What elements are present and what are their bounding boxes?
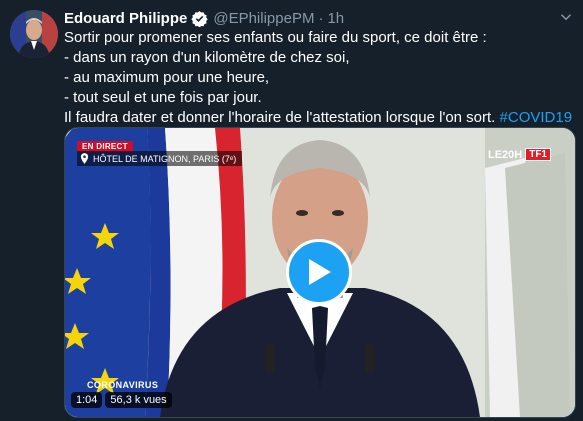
channel-logo-text: TF1 <box>525 148 551 161</box>
author-avatar[interactable] <box>10 10 58 58</box>
location-text: HÔTEL DE MATIGNON, PARIS (7ᵉ) <box>93 153 237 164</box>
verified-badge-icon <box>191 10 208 27</box>
news-banner: CORONAVIRUS <box>87 380 159 390</box>
tweet-text: Sortir pour promener ses enfants ou fair… <box>64 28 574 128</box>
tweet-line: - dans un rayon d'un kilomètre de chez s… <box>64 49 350 66</box>
tweet-line: - tout seul et une fois par jour. <box>64 89 262 106</box>
tweet-line: - au maximum pour une heure, <box>64 69 270 86</box>
play-button[interactable] <box>286 239 352 305</box>
location-label: HÔTEL DE MATIGNON, PARIS (7ᵉ) <box>77 151 243 166</box>
tweet-header: Edouard Philippe @EPhilippePM · 1h <box>64 8 344 28</box>
video-views: 56,3 k vues <box>105 392 172 408</box>
video-duration: 1:04 <box>71 392 103 408</box>
chevron-down-icon[interactable] <box>557 8 575 26</box>
tweet-line-text: Il faudra dater et donner l'horaire de l… <box>64 109 500 126</box>
video-info: 1:04 56,3 k vues <box>71 392 172 408</box>
hashtag-link[interactable]: #COVID19 <box>500 109 573 126</box>
channel-logo: LE20H TF1 <box>488 148 551 161</box>
channel-program: LE20H <box>487 148 523 161</box>
video-player[interactable]: EN DIRECT HÔTEL DE MATIGNON, PARIS (7ᵉ) … <box>64 127 576 418</box>
separator-dot: · <box>318 9 324 27</box>
tweet-line-last: Il faudra dater et donner l'horaire de l… <box>64 108 574 128</box>
author-handle[interactable]: @EPhilippePM <box>213 10 314 27</box>
tweet: Edouard Philippe @EPhilippePM · 1h Sorti… <box>0 0 583 421</box>
location-pin-icon <box>80 153 89 164</box>
tweet-line: Sortir pour promener ses enfants ou fair… <box>64 29 487 46</box>
tweet-timestamp[interactable]: 1h <box>327 10 344 27</box>
play-icon <box>309 259 331 285</box>
author-name[interactable]: Edouard Philippe <box>64 10 187 27</box>
